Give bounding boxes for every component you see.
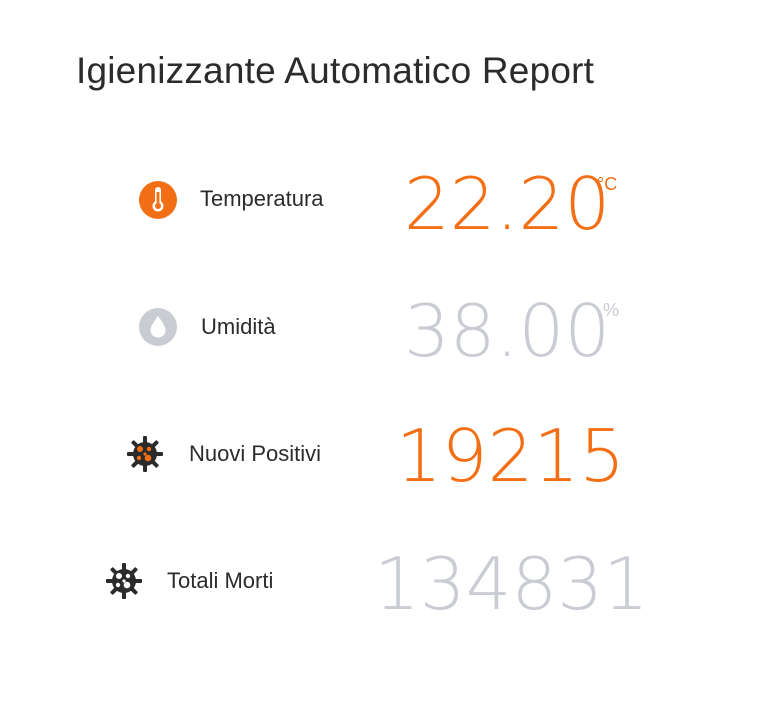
metric-nuovi-positivi: Nuovi Positivi 19215 bbox=[0, 414, 757, 494]
metric-unit: °C bbox=[597, 174, 618, 194]
water-drop-icon bbox=[138, 307, 178, 347]
virus-icon bbox=[125, 434, 165, 474]
metric-label: Totali Morti bbox=[167, 568, 274, 593]
metric-totali-morti: Totali Morti 134831 bbox=[0, 540, 757, 620]
virus-icon bbox=[104, 561, 144, 601]
metric-temperatura: Temperatura 22.20 °C bbox=[0, 160, 757, 240]
thermometer-icon bbox=[138, 180, 178, 220]
metric-value: 22.20 bbox=[404, 162, 611, 246]
metric-value: 38.00 bbox=[404, 289, 611, 373]
metric-umidita: Umidità 38.00 % bbox=[0, 287, 757, 367]
metric-label: Nuovi Positivi bbox=[189, 441, 322, 466]
page-title: Igienizzante Automatico Report bbox=[76, 50, 595, 91]
metric-label: Temperatura bbox=[200, 186, 324, 211]
metric-value: 19215 bbox=[396, 414, 626, 498]
metric-label: Umidità bbox=[201, 314, 276, 339]
metric-value: 134831 bbox=[374, 542, 649, 626]
metric-unit: % bbox=[603, 300, 620, 320]
